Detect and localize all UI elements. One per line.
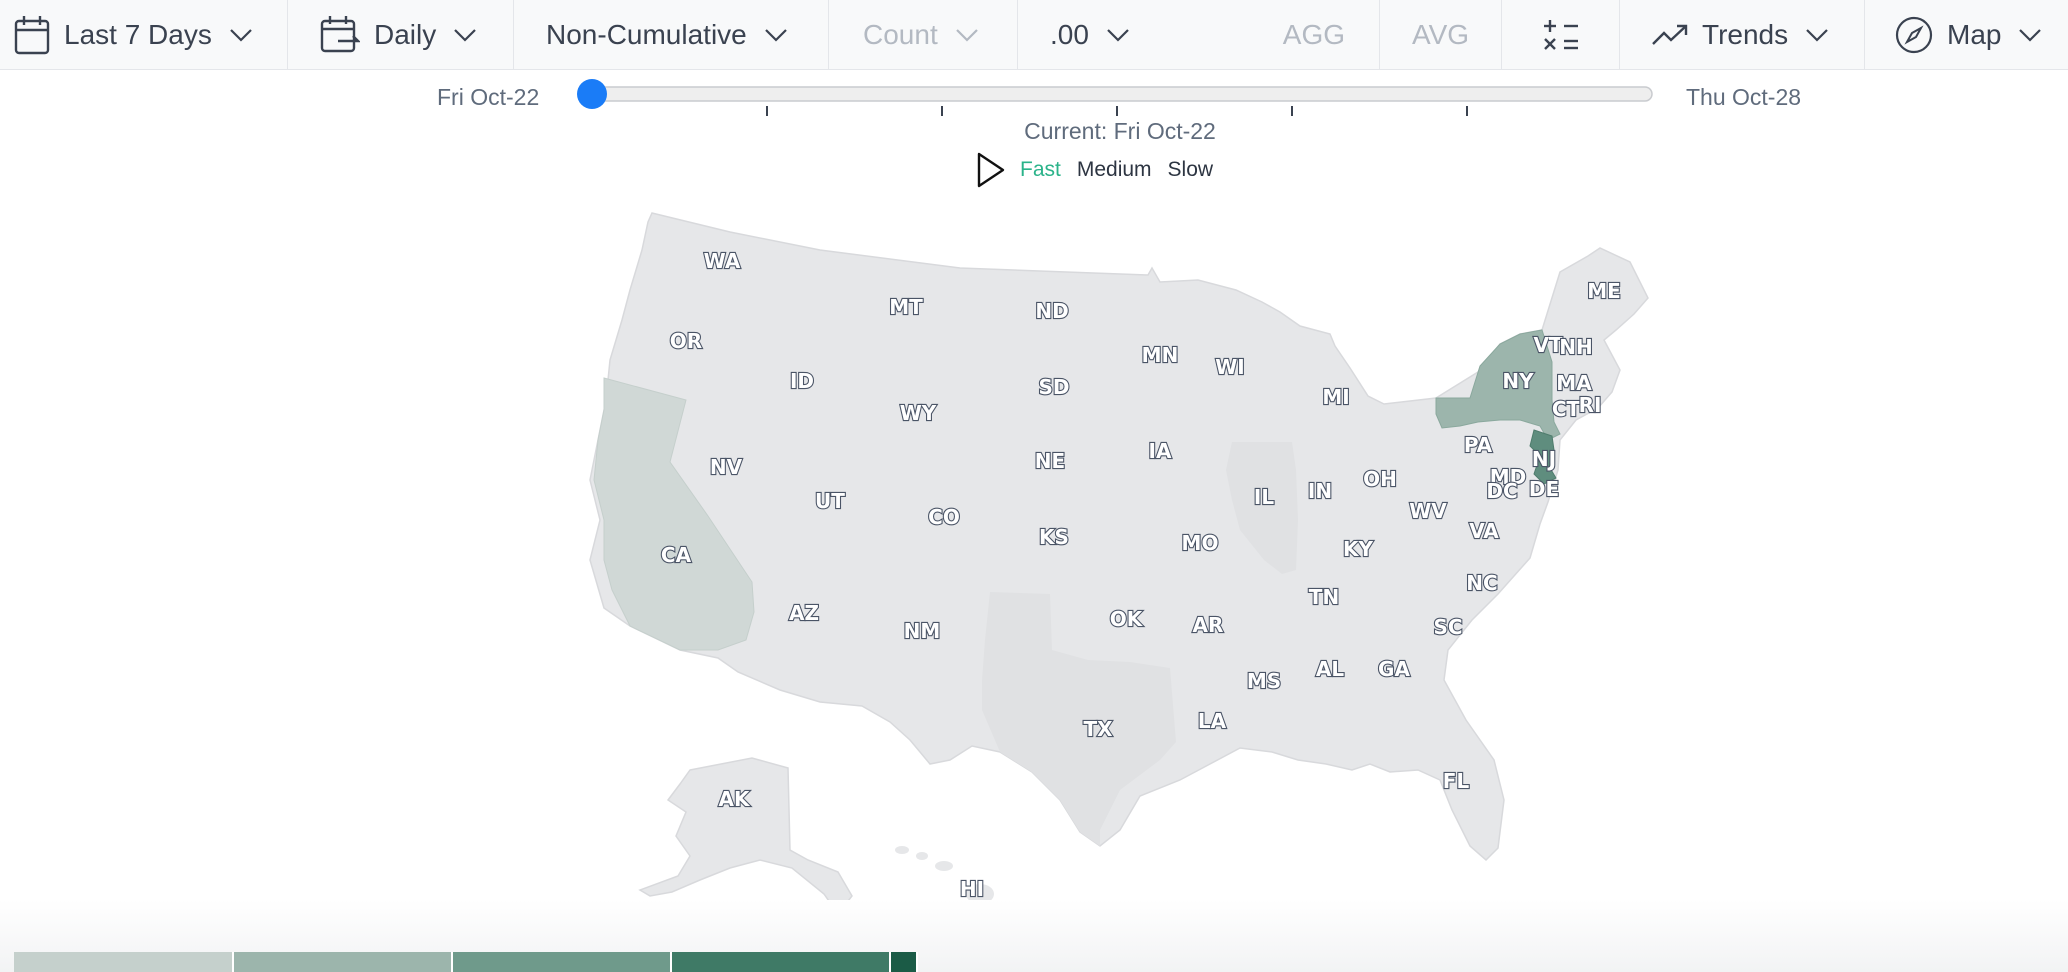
state-label-ms: MS	[1247, 669, 1281, 693]
legend-swatch	[453, 952, 672, 972]
date-range-dropdown[interactable]: Last 7 Days	[0, 0, 288, 70]
plus-minus-times-icon	[1542, 18, 1580, 52]
state-label-il: IL	[1254, 485, 1274, 509]
state-label-nc: NC	[1466, 571, 1497, 595]
calendar-repeat-icon	[320, 15, 360, 55]
state-label-hi: HI	[960, 877, 984, 901]
legend-swatch	[234, 952, 453, 972]
state-label-ny: NY	[1502, 369, 1534, 393]
legend-swatch	[672, 952, 891, 972]
state-label-dc: DC	[1486, 479, 1517, 503]
state-label-ok: OK	[1110, 607, 1144, 631]
chevron-down-icon	[764, 28, 787, 42]
state-label-nm: NM	[904, 619, 941, 643]
state-label-sc: SC	[1433, 615, 1462, 639]
chevron-down-icon	[2019, 28, 2042, 42]
cumulative-label: Non-Cumulative	[546, 18, 747, 50]
state-label-wa: WA	[704, 249, 741, 273]
state-label-ia: IA	[1149, 439, 1172, 463]
us-map: WA OR CA NV ID MT WY UT AZ CO NM ND SD NE KS OK TX MN IA MO…	[589, 212, 1649, 916]
color-legend	[14, 952, 918, 972]
state-label-ut: UT	[815, 489, 845, 513]
state-label-wv: WV	[1409, 499, 1447, 523]
state-label-ri: RI	[1579, 393, 1602, 417]
cumulative-dropdown[interactable]: Non-Cumulative	[514, 0, 829, 70]
interval-label: Daily	[374, 18, 437, 50]
state-label-la: LA	[1198, 709, 1227, 733]
state-label-oh: OH	[1363, 467, 1397, 491]
chevron-down-icon	[1806, 28, 1828, 42]
state-label-ca: CA	[661, 543, 692, 567]
slider-ticks	[766, 106, 1468, 116]
compass-icon	[1895, 16, 1933, 54]
map-dropdown[interactable]: Map	[1865, 0, 2068, 70]
toolbar: Last 7 Days Daily Non-Cumulative Count .…	[0, 0, 2068, 70]
state-label-ky: KY	[1343, 537, 1373, 561]
avg-label: AVG	[1411, 18, 1470, 50]
state-label-mo: MO	[1182, 531, 1219, 555]
formula-button[interactable]	[1502, 0, 1620, 70]
state-label-mt: MT	[889, 295, 923, 319]
state-label-in: IN	[1308, 479, 1332, 503]
legend-swatch	[891, 952, 918, 972]
metric-dropdown[interactable]: Count	[829, 0, 1018, 70]
interval-dropdown[interactable]: Daily	[288, 0, 514, 70]
playback-controls: Fast Medium Slow	[976, 150, 1229, 190]
state-label-tn: TN	[1309, 585, 1339, 609]
state-label-me: ME	[1587, 279, 1621, 303]
state-label-ak: AK	[719, 787, 751, 811]
precision-dropdown[interactable]: .00	[1018, 0, 1254, 70]
state-label-co: CO	[928, 505, 960, 529]
state-label-nj: NJ	[1532, 447, 1556, 471]
speed-slow-button[interactable]: Slow	[1168, 158, 1214, 182]
state-label-id: ID	[790, 369, 814, 393]
state-label-or: OR	[670, 329, 702, 353]
state-label-ne: NE	[1035, 449, 1065, 473]
slider-track	[581, 86, 1653, 102]
state-label-al: AL	[1316, 657, 1344, 681]
timeline-slider[interactable]	[0, 78, 2068, 118]
state-label-sd: SD	[1038, 375, 1069, 399]
alaska-shape	[638, 757, 853, 916]
state-label-mn: MN	[1142, 343, 1179, 367]
state-label-mi: MI	[1322, 385, 1349, 409]
precision-label: .00	[1050, 18, 1089, 50]
slider-thumb[interactable]	[577, 79, 607, 109]
date-range-label: Last 7 Days	[64, 18, 212, 50]
chevron-down-icon	[1107, 28, 1129, 42]
trending-up-icon	[1652, 24, 1688, 46]
state-label-pa: PA	[1464, 433, 1493, 457]
state-label-ks: KS	[1039, 525, 1069, 549]
play-icon[interactable]	[976, 152, 1006, 188]
speed-fast-button[interactable]: Fast	[1020, 158, 1061, 182]
state-label-ga: GA	[1378, 657, 1410, 681]
calendar-icon	[14, 15, 50, 55]
chevron-down-icon	[454, 28, 477, 42]
chevron-down-icon	[230, 28, 252, 42]
state-label-ct: CT	[1552, 397, 1581, 421]
current-date-label: Current: Fri Oct-22	[1024, 118, 1216, 144]
trends-label: Trends	[1702, 18, 1789, 50]
state-label-az: AZ	[789, 601, 819, 625]
state-label-ma: MA	[1556, 371, 1592, 395]
speed-medium-button[interactable]: Medium	[1077, 158, 1152, 182]
avg-button[interactable]: AVG	[1380, 0, 1502, 70]
state-label-nd: ND	[1035, 299, 1068, 323]
state-label-wi: WI	[1215, 355, 1245, 379]
trends-dropdown[interactable]: Trends	[1620, 0, 1865, 70]
state-label-wy: WY	[900, 401, 937, 425]
agg-button[interactable]: AGG	[1254, 0, 1380, 70]
legend-swatch	[14, 952, 234, 972]
state-label-va: VA	[1469, 519, 1499, 543]
state-label-nv: NV	[710, 455, 743, 479]
state-label-nh: NH	[1559, 335, 1592, 359]
state-label-de: DE	[1529, 477, 1559, 501]
agg-label: AGG	[1282, 18, 1345, 50]
map-label: Map	[1947, 18, 2002, 50]
chevron-down-icon	[955, 28, 978, 42]
state-label-fl: FL	[1443, 769, 1470, 793]
metric-label: Count	[863, 18, 938, 50]
state-label-tx: TX	[1083, 717, 1113, 741]
state-label-ar: AR	[1193, 613, 1224, 637]
